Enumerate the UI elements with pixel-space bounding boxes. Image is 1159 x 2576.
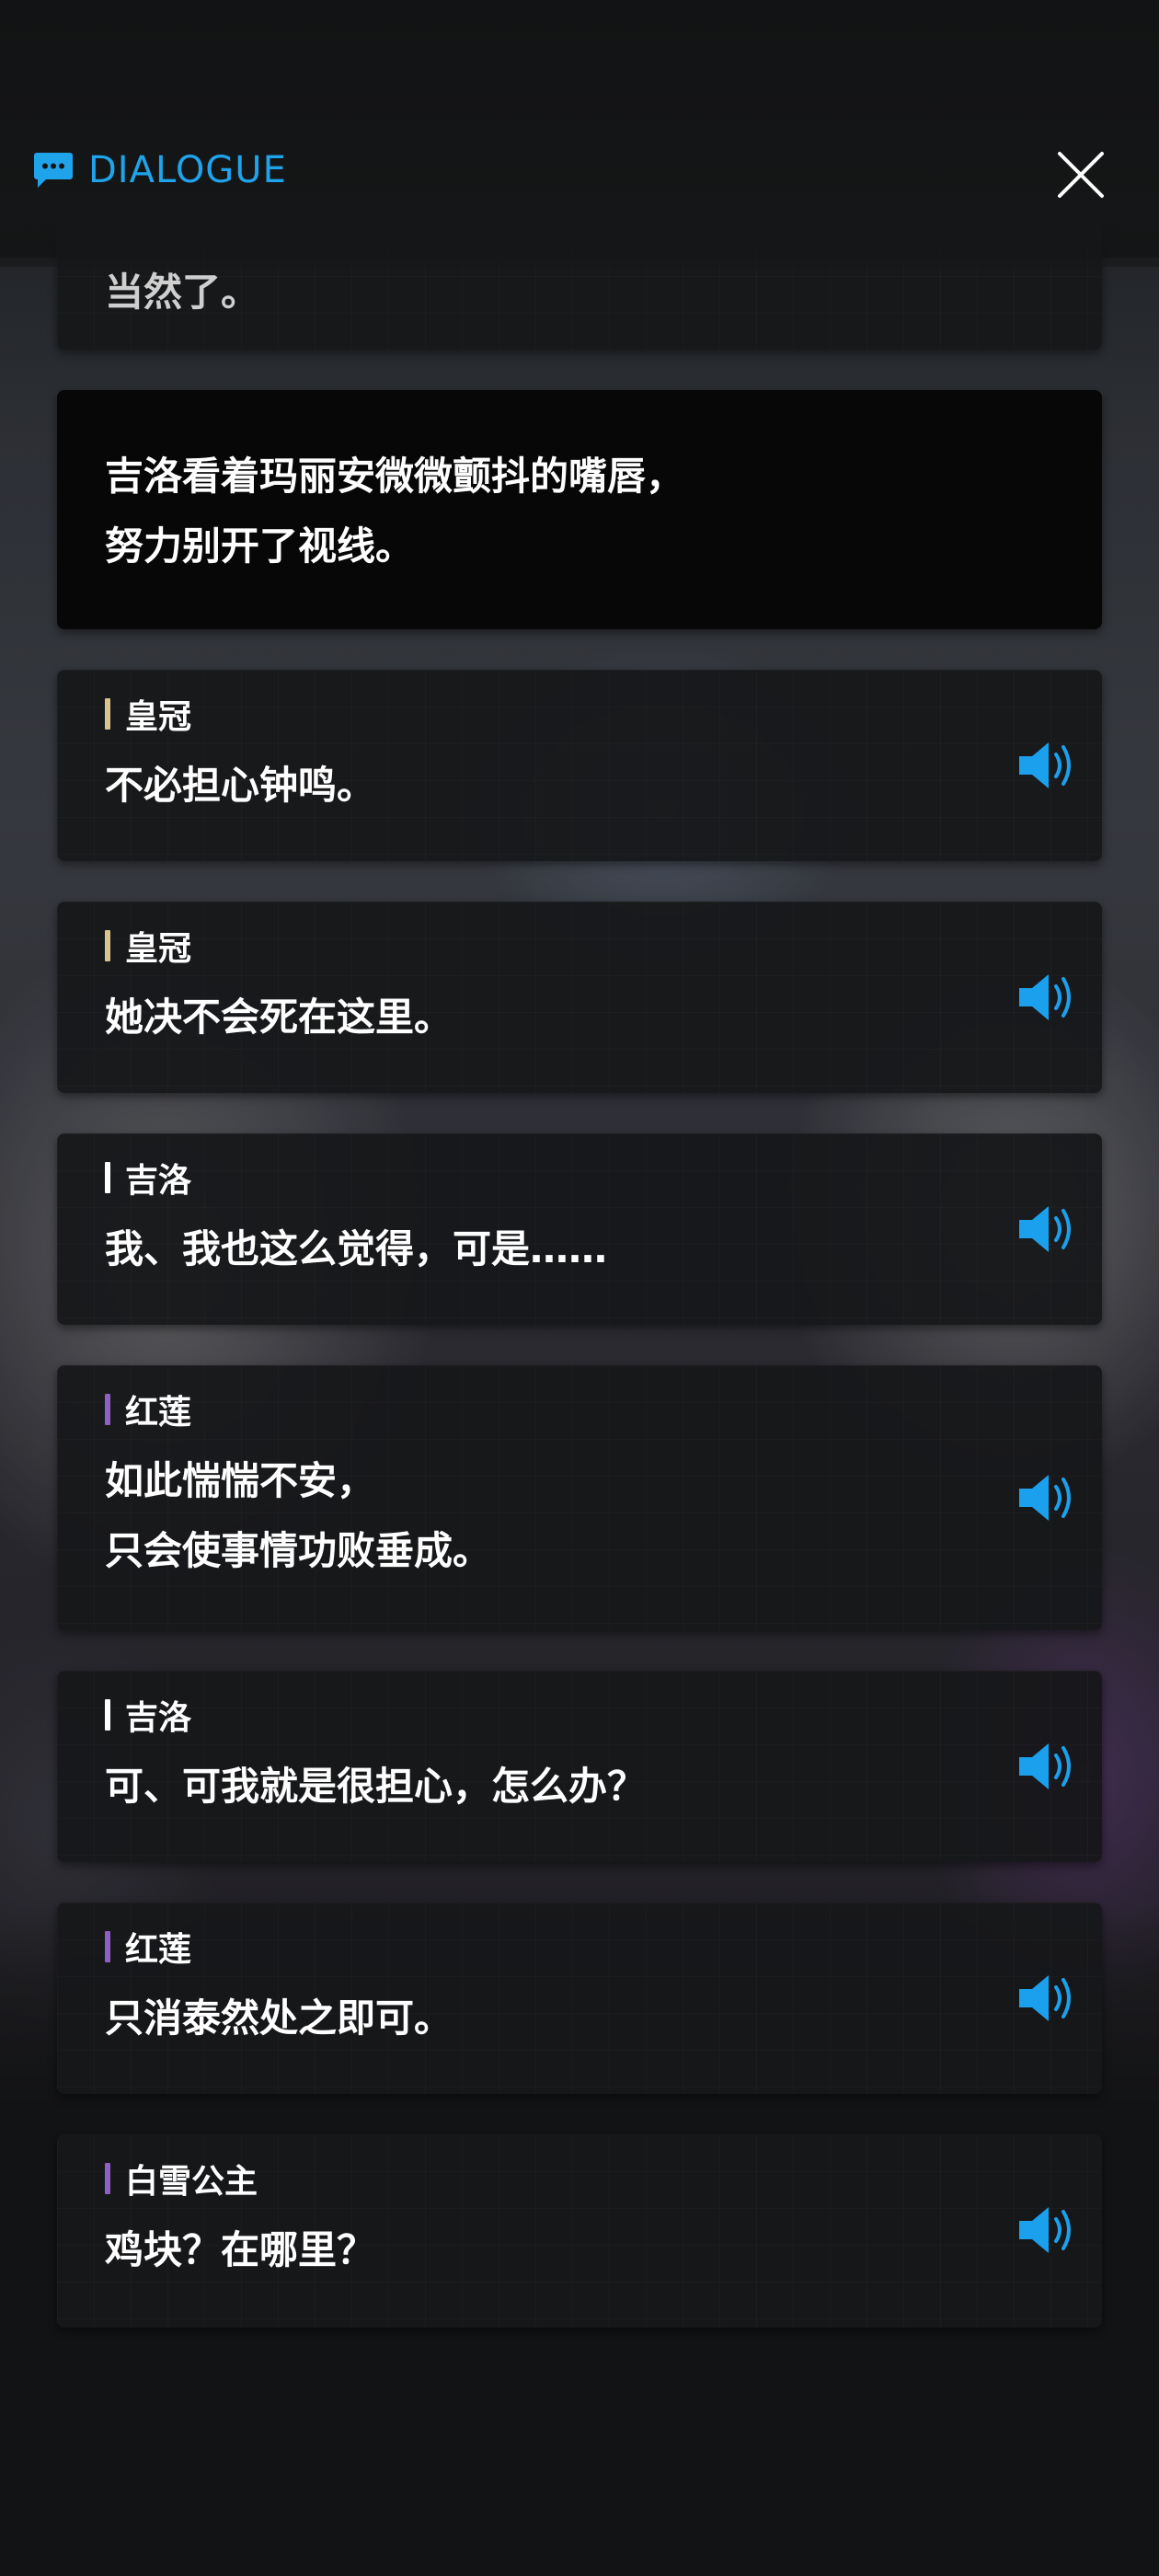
speaker-volume-icon [1016, 2202, 1080, 2258]
dialogue-log-list[interactable]: 当然了。 吉洛看着玛丽安微微颤抖的嘴唇， 努力别开了视线。 皇冠 不必担心钟鸣。 [0, 0, 1159, 2576]
speaker-name: 吉洛 [125, 1699, 192, 1737]
dialogue-text: 鸡块？在哪里？ [105, 2227, 376, 2272]
play-voice-button[interactable] [1016, 1739, 1080, 1794]
speaker-label: 红莲 [105, 1391, 191, 1432]
header-title-group: DIALOGUE [33, 147, 287, 193]
chat-bubble-icon [33, 151, 74, 190]
speaker-color-bar [105, 2163, 110, 2194]
speaker-label: 吉洛 [105, 1159, 191, 1200]
speaker-volume-icon [1016, 1971, 1080, 2026]
speaker-name: 皇冠 [125, 930, 192, 968]
speaker-name: 吉洛 [125, 1162, 192, 1200]
header-title: DIALOGUE [88, 149, 287, 191]
speaker-label: 白雪公主 [105, 2160, 258, 2201]
speaker-name: 红莲 [125, 1394, 192, 1432]
close-button[interactable] [1049, 143, 1113, 207]
speaker-volume-icon [1016, 970, 1080, 1025]
speaker-volume-icon [1016, 1739, 1080, 1794]
dialogue-card: 皇冠 她决不会死在这里。 [57, 902, 1102, 1093]
speaker-name: 白雪公主 [125, 2163, 258, 2201]
play-voice-button[interactable] [1016, 2202, 1080, 2258]
dialogue-text: 她决不会死在这里。 [105, 995, 453, 1040]
close-icon [1049, 143, 1113, 207]
dialogue-card: 白雪公主 鸡块？在哪里？ [57, 2134, 1102, 2328]
speaker-color-bar [105, 1162, 110, 1193]
speaker-color-bar [105, 1931, 110, 1962]
speaker-color-bar [105, 698, 110, 730]
speaker-color-bar [105, 930, 110, 961]
narration-card: 吉洛看着玛丽安微微颤抖的嘴唇， 努力别开了视线。 [57, 390, 1102, 629]
play-voice-button[interactable] [1016, 738, 1080, 793]
dialogue-card: 红莲 如此惴惴不安， 只会使事情功败垂成。 [57, 1365, 1102, 1630]
dialogue-text: 不必担心钟鸣。 [105, 763, 376, 808]
speaker-label: 红莲 [105, 1928, 191, 1969]
speaker-volume-icon [1016, 1470, 1080, 1525]
speaker-color-bar [105, 1699, 110, 1731]
dialogue-card: 皇冠 不必担心钟鸣。 [57, 670, 1102, 861]
dialogue-card: 红莲 只消泰然处之即可。 [57, 1903, 1102, 2094]
play-voice-button[interactable] [1016, 970, 1080, 1025]
dialogue-text: 我、我也这么觉得，可是…… [105, 1226, 608, 1271]
speaker-name: 皇冠 [125, 698, 192, 736]
play-voice-button[interactable] [1016, 1202, 1080, 1257]
dialogue-header: DIALOGUE [0, 0, 1159, 267]
dialogue-text: 当然了。 [105, 270, 260, 315]
speaker-volume-icon [1016, 738, 1080, 793]
dialogue-text: 如此惴惴不安， 只会使事情功败垂成。 [105, 1458, 492, 1573]
play-voice-button[interactable] [1016, 1971, 1080, 2026]
narration-text: 吉洛看着玛丽安微微颤抖的嘴唇， 努力别开了视线。 [105, 454, 685, 569]
speaker-volume-icon [1016, 1202, 1080, 1257]
speaker-name: 红莲 [125, 1931, 192, 1969]
dialogue-card: 吉洛 我、我也这么觉得，可是…… [57, 1133, 1102, 1325]
speaker-color-bar [105, 1394, 110, 1425]
dialogue-card: 吉洛 可、可我就是很担心，怎么办？ [57, 1671, 1102, 1862]
speaker-label: 皇冠 [105, 927, 191, 968]
dialogue-screen: 当然了。 吉洛看着玛丽安微微颤抖的嘴唇， 努力别开了视线。 皇冠 不必担心钟鸣。 [0, 0, 1159, 2576]
speaker-label: 吉洛 [105, 1696, 191, 1737]
dialogue-text: 可、可我就是很担心，怎么办？ [105, 1764, 647, 1809]
play-voice-button[interactable] [1016, 1470, 1080, 1525]
speaker-label: 皇冠 [105, 696, 191, 736]
dialogue-text: 只消泰然处之即可。 [105, 1995, 453, 2041]
